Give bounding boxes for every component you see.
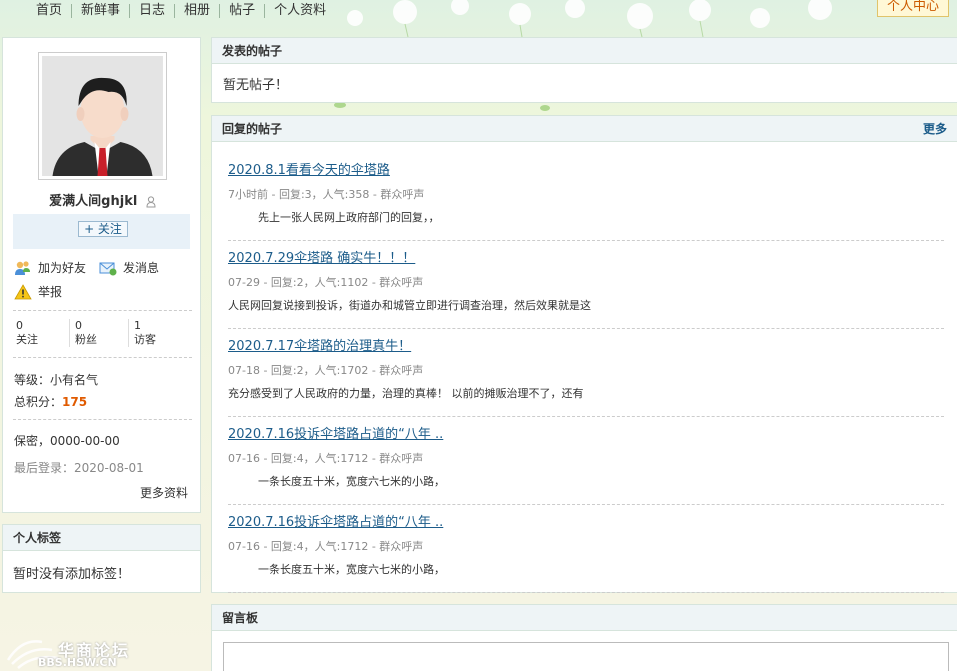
more-info-link[interactable]: 更多资料 [140, 484, 188, 501]
watermark-url: BBS.HSW.CN [38, 656, 117, 669]
nav-news[interactable]: 新鲜事 [71, 4, 129, 18]
send-message-label: 发消息 [123, 261, 160, 275]
replied-topics-panel: 回复的帖子 更多 2020.8.1看看今天的伞塔路 7小时前 - 回复:3，人气… [211, 115, 957, 593]
reply-title-link[interactable]: 2020.7.29伞塔路 确实牛！！！ [228, 247, 415, 266]
user-center-button[interactable]: 个人中心 [877, 0, 949, 17]
level-info: 等级：小有名气 [14, 373, 99, 387]
profile-card: 爱满人间ghjkl + 关注 加为好友 发消息 举报 0 关注 0 粉丝 1 访… [2, 37, 201, 513]
more-link[interactable]: 更多 [923, 120, 947, 137]
reply-snippet: 充分感受到了人民政府的力量，治理的真棒！ 以前的摊贩治理不了，还有 [228, 387, 584, 400]
add-friend-link[interactable]: 加为好友 [14, 259, 86, 276]
last-login: 最后登录：2020-08-01 [14, 461, 144, 475]
message-input[interactable] [223, 642, 949, 671]
points-info: 总积分：175 [14, 395, 88, 409]
stat-following[interactable]: 0 关注 [14, 319, 72, 347]
nav-blog[interactable]: 日志 [129, 4, 174, 18]
list-item: 2020.7.16投诉伞塔路占道的“八年 .. 07-16 - 回复:4，人气:… [228, 511, 944, 593]
reply-meta: 07-16 - 回复:4，人气:1712 - 群众呼声 [228, 540, 424, 553]
send-message-link[interactable]: 发消息 [99, 259, 159, 276]
reply-snippet: 一条长度五十米，宽度六七米的小路， [258, 475, 445, 488]
panel-title: 留言板 [222, 611, 259, 625]
reply-snippet: 先上一张人民网上政府部门的回复，， [258, 211, 440, 224]
reply-snippet: 一条长度五十米，宽度六七米的小路， [258, 563, 445, 576]
privacy-info: 保密，0000-00-00 [14, 434, 120, 448]
add-friend-icon [15, 260, 30, 275]
panel-header: 个人标签 [3, 525, 200, 551]
panel-header: 回复的帖子 更多 [212, 116, 957, 142]
user-icon [146, 195, 156, 207]
reply-meta: 7小时前 - 回复:3，人气:358 - 群众呼声 [228, 188, 425, 201]
list-item: 2020.8.1看看今天的伞塔路 7小时前 - 回复:3，人气:358 - 群众… [228, 159, 944, 241]
nav-home[interactable]: 首页 [34, 4, 71, 18]
stat-visitors[interactable]: 1 访客 [128, 319, 186, 347]
follow-button[interactable]: + 关注 [78, 221, 128, 237]
add-friend-label: 加为好友 [38, 261, 87, 275]
stat-fans[interactable]: 0 粉丝 [69, 319, 127, 347]
posted-topics-panel: 发表的帖子 暂无帖子！ [211, 37, 957, 103]
nav-profile[interactable]: 个人资料 [264, 4, 335, 18]
reply-title-link[interactable]: 2020.7.17伞塔路的治理真牛！ [228, 335, 411, 354]
tags-empty-message: 暂时没有添加标签！ [13, 567, 131, 582]
panel-header: 留言板 [212, 605, 957, 631]
divider [13, 310, 192, 311]
personal-tags-panel: 个人标签 暂时没有添加标签！ [2, 524, 201, 593]
reply-title-link[interactable]: 2020.7.16投诉伞塔路占道的“八年 .. [228, 511, 443, 530]
panel-title: 发表的帖子 [222, 44, 283, 58]
follow-strip: + 关注 [13, 214, 190, 249]
reply-meta: 07-16 - 回复:4，人气:1712 - 群众呼声 [228, 452, 424, 465]
list-item: 2020.7.29伞塔路 确实牛！！！ 07-29 - 回复:2，人气:1102… [228, 247, 944, 329]
panel-title: 个人标签 [13, 531, 62, 545]
reply-title-link[interactable]: 2020.8.1看看今天的伞塔路 [228, 159, 390, 178]
nav-posts[interactable]: 帖子 [219, 4, 264, 18]
reply-title-link[interactable]: 2020.7.16投诉伞塔路占道的“八年 .. [228, 423, 443, 442]
posts-empty-message: 暂无帖子！ [223, 78, 289, 93]
username: 爱满人间ghjkl [3, 190, 202, 209]
top-navigation: 首页 新鲜事 日志 相册 帖子 个人资料 [0, 0, 957, 22]
panel-header: 发表的帖子 [212, 38, 957, 64]
reply-meta: 07-18 - 回复:2，人气:1702 - 群众呼声 [228, 364, 424, 377]
nav-album[interactable]: 相册 [174, 4, 219, 18]
panel-title: 回复的帖子 [222, 122, 283, 136]
message-board-panel: 留言板 [211, 604, 957, 671]
list-item: 2020.7.16投诉伞塔路占道的“八年 .. 07-16 - 回复:4，人气:… [228, 423, 944, 505]
report-link[interactable]: 举报 [14, 283, 62, 300]
list-item: 2020.7.17伞塔路的治理真牛！ 07-18 - 回复:2，人气:1702 … [228, 335, 944, 417]
reply-meta: 07-29 - 回复:2，人气:1102 - 群众呼声 [228, 276, 424, 289]
avatar[interactable] [38, 52, 167, 180]
avatar-icon [42, 56, 163, 176]
report-label: 举报 [38, 285, 63, 299]
mail-icon [99, 262, 117, 275]
divider [13, 419, 192, 420]
reply-snippet: 人民网回复说接到投诉，街道办和城管立即进行调查治理，然后效果就是这 [228, 299, 591, 312]
divider [13, 357, 192, 358]
warning-icon [14, 283, 32, 299]
